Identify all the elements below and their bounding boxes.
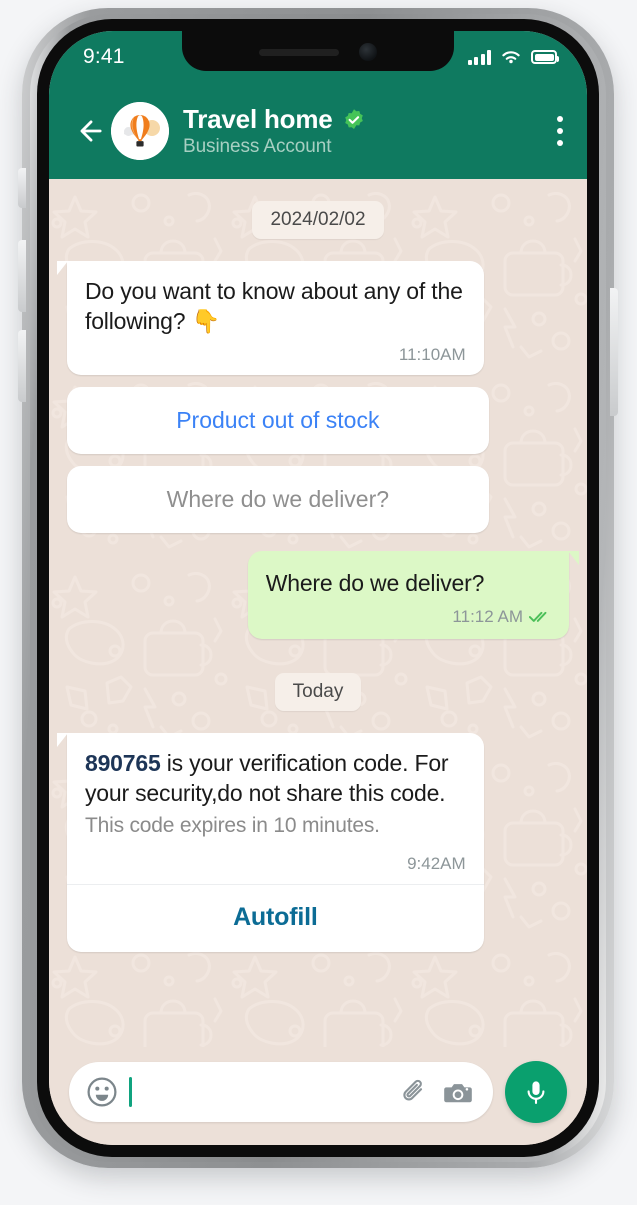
chat-header-subtitle: Business Account [183, 136, 332, 157]
chat-header-text: Travel home Business Account [183, 104, 556, 158]
volume-up-button[interactable] [18, 240, 26, 312]
chat-message-list[interactable]: 2024/02/02 Do you want to know about any… [49, 179, 587, 1047]
message-meta: 11:10AM [85, 345, 466, 365]
phone-screen: 9:41 Travel home Business Account 2024/0… [49, 31, 587, 1145]
date-divider-wrap-2: Today [67, 672, 569, 711]
paperclip-icon[interactable] [397, 1075, 431, 1109]
verified-badge-icon [344, 108, 363, 129]
verification-expiry-note: This code expires in 10 minutes. [85, 814, 380, 838]
message-row-verification: 890765 is your verification code. For yo… [57, 732, 569, 953]
message-row-outgoing: Where do we deliver? 11:12 AM [67, 550, 580, 639]
message-meta: 11:12 AM [266, 607, 551, 627]
phone-notch [182, 31, 454, 71]
message-input-bar [49, 1047, 587, 1145]
message-text: Where do we deliver? [265, 569, 485, 596]
emoji-smiley-icon[interactable] [85, 1075, 119, 1109]
message-timestamp: 11:12 AM [452, 606, 523, 626]
message-bubble-outgoing[interactable]: Where do we deliver? 11:12 AM [247, 550, 580, 639]
quick-reply-button-product-out-of-stock[interactable]: Product out of stock [67, 386, 489, 454]
status-bar-time: 9:41 [83, 45, 125, 68]
quick-reply-button-where-do-we-deliver[interactable]: Where do we deliver? [67, 465, 489, 533]
message-meta: 9:42AM [85, 854, 466, 874]
message-bubble-incoming[interactable]: Do you want to know about any of the fol… [57, 261, 484, 375]
voice-record-button[interactable] [505, 1061, 567, 1123]
signal-bars-icon [467, 49, 491, 65]
microphone-icon [527, 1081, 545, 1105]
text-cursor [129, 1077, 132, 1107]
verification-code: 890765 [85, 749, 161, 776]
message-bubble-verification[interactable]: 890765 is your verification code. For yo… [57, 732, 484, 953]
camera-icon[interactable] [441, 1075, 475, 1109]
wifi-icon [502, 50, 520, 63]
page-title: Travel home [183, 104, 333, 134]
double-check-read-icon [529, 612, 547, 623]
quick-reply-row-2: Where do we deliver? [67, 465, 569, 533]
volume-down-button[interactable] [18, 330, 26, 402]
verification-message-text: 890765 is your verification code. For yo… [85, 749, 466, 809]
battery-full-icon [531, 50, 559, 64]
phone-mockup-stage: 9:41 Travel home Business Account 2024/0… [0, 0, 637, 1205]
date-divider-today: Today [274, 672, 362, 711]
back-arrow-icon[interactable] [71, 114, 105, 148]
hot-air-balloon-avatar [111, 102, 169, 160]
message-row-incoming: Do you want to know about any of the fol… [57, 261, 569, 375]
chat-header: Travel home Business Account [49, 83, 587, 179]
date-divider: 2024/02/02 [252, 201, 384, 239]
messages-container: 2024/02/02 Do you want to know about any… [57, 201, 580, 953]
date-divider-wrap: 2024/02/02 [67, 201, 569, 239]
message-text: Do you want to know about any of the fol… [85, 278, 463, 334]
autofill-button[interactable]: Autofill [67, 885, 484, 952]
overflow-menu-icon[interactable] [556, 116, 563, 146]
quick-reply-row-1: Product out of stock [67, 386, 569, 454]
front-camera-icon [359, 43, 377, 61]
power-button[interactable] [610, 288, 618, 416]
message-timestamp: 9:42AM [407, 854, 466, 874]
message-timestamp: 11:10AM [398, 344, 466, 364]
status-bar-icons [467, 49, 559, 66]
silent-switch-button[interactable] [18, 168, 26, 208]
message-input-pill[interactable] [69, 1062, 493, 1122]
earpiece-speaker-icon [259, 48, 339, 56]
avatar[interactable] [111, 102, 169, 160]
